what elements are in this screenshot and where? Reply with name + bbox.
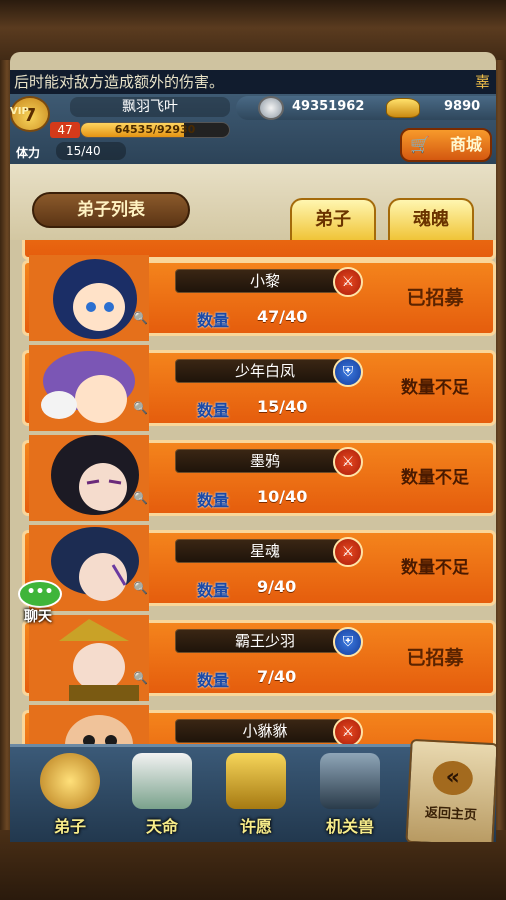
qty-value: 47/40 [257, 307, 308, 326]
sword-icon: ⚔ [333, 537, 363, 567]
list-item[interactable]: 🔍 少年白凤 ⛨ 数量 15/40 数量不足 [22, 345, 496, 431]
status-text: 数量不足 [401, 468, 469, 488]
disciple-name: 星魂 [175, 539, 355, 563]
portrait-xiaoxiuxiu [29, 705, 149, 746]
nav-label: 天命 [145, 817, 178, 836]
qty-label: 数量 [197, 311, 230, 330]
marquee-tail: 辜 [474, 73, 490, 91]
nav-destiny[interactable]: 天命 [120, 753, 204, 841]
qty-label: 数量 [197, 401, 230, 420]
game-screen: 后时能对敌方造成额外的伤害。 辜 VIP 7 飘羽飞叶 47 64535/929… [10, 52, 496, 842]
player-level: 47 [50, 122, 80, 138]
destiny-icon [132, 753, 192, 809]
tabs-area: 弟子列表 弟子 魂魄 [10, 164, 496, 240]
nav-mech-beast[interactable]: 机关兽 [308, 753, 392, 841]
portrait-xiaoli [29, 255, 149, 341]
qty-value: 15/40 [257, 397, 308, 416]
shield-icon: ⛨ [333, 627, 363, 657]
player-name: 飘羽飞叶 [70, 97, 230, 117]
portrait-bawang-shaoyu [29, 615, 149, 701]
qty-value: 10/40 [257, 487, 308, 506]
sword-icon: ⚔ [333, 717, 363, 746]
zoom-icon[interactable]: 🔍 [133, 671, 148, 685]
disciple-list[interactable]: 🔍 小黎 ⚔ 数量 47/40 已招募 🔍 少年白凤 ⛨ 数量 15/40 数量… [10, 240, 496, 746]
player-header: VIP 7 飘羽飞叶 47 64535/92930 体力 15/40 49351… [10, 94, 496, 164]
disciple-name: 墨鸦 [175, 449, 355, 473]
coin-icon [258, 96, 284, 120]
shop-label: 商城 [449, 135, 482, 154]
portrait-shaonian-baifeng [29, 345, 149, 431]
exp-text: 64535/92930 [114, 123, 196, 136]
list-item[interactable]: 🔍 霸王少羽 ⛨ 数量 7/40 已招募 [22, 615, 496, 701]
list-item[interactable]: 🔍 星魂 ⚔ 数量 9/40 数量不足 [22, 525, 496, 611]
disciple-name: 小貅貅 [175, 719, 355, 743]
status-text: 已招募 [406, 647, 464, 669]
back-home-label: 返回主页 [424, 805, 478, 824]
cart-icon: 🛒 [410, 135, 430, 154]
portrait-moya [29, 435, 149, 521]
qty-label: 数量 [197, 671, 230, 690]
double-chevron-left-icon: « [431, 759, 474, 797]
chat-button[interactable]: ••• 聊天 [14, 580, 70, 626]
coin-value: 49351962 [292, 99, 365, 114]
disciple-name: 霸王少羽 [175, 629, 355, 653]
shop-button[interactable]: 🛒 商城 [400, 128, 492, 162]
marquee-text: 后时能对敌方造成额外的伤害。 [14, 73, 225, 91]
qty-label: 数量 [197, 491, 230, 510]
list-item[interactable]: 🔍 墨鸦 ⚔ 数量 10/40 数量不足 [22, 435, 496, 521]
disciple-name: 小黎 [175, 269, 355, 293]
nav-wish[interactable]: 许愿 [214, 753, 298, 841]
tab-disciples[interactable]: 弟子 [290, 198, 376, 240]
zoom-icon[interactable]: 🔍 [133, 491, 148, 505]
disciple-name: 少年白凤 [175, 359, 355, 383]
bottom-nav: 弟子 天命 许愿 机关兽 « 返回主页 [10, 738, 496, 842]
tab-souls[interactable]: 魂魄 [388, 198, 474, 240]
qty-value: 7/40 [257, 667, 297, 686]
qty-label: 数量 [197, 581, 230, 600]
vip-badge[interactable]: VIP 7 [10, 96, 50, 132]
sword-icon: ⚔ [333, 447, 363, 477]
list-title: 弟子列表 [32, 192, 190, 228]
shield-icon: ⛨ [333, 357, 363, 387]
nav-label: 许愿 [239, 817, 272, 836]
list-item[interactable]: 🔍 小黎 ⚔ 数量 47/40 已招募 [22, 255, 496, 341]
stamina-label: 体力 [16, 146, 41, 160]
back-home-button[interactable]: « 返回主页 [405, 738, 496, 842]
zoom-icon[interactable]: 🔍 [133, 401, 148, 415]
status-text: 数量不足 [401, 378, 469, 398]
zoom-icon[interactable]: 🔍 [133, 581, 148, 595]
qty-value: 9/40 [257, 577, 297, 596]
nav-label: 弟子 [53, 817, 86, 836]
nav-label: 机关兽 [325, 817, 374, 836]
zoom-icon[interactable]: 🔍 [133, 311, 148, 325]
gold-ingot-icon [386, 98, 420, 118]
stamina-value: 15/40 [56, 142, 126, 160]
vip-label: VIP [10, 106, 29, 117]
currency-strip: 49351962 9890 [236, 96, 496, 120]
announcement-marquee: 后时能对敌方造成额外的伤害。 辜 [10, 70, 496, 94]
exp-bar: 64535/92930 [80, 122, 230, 138]
disciples-icon [40, 753, 100, 809]
status-text: 数量不足 [401, 558, 469, 578]
nav-disciples[interactable]: 弟子 [28, 753, 112, 841]
mech-beast-icon [320, 753, 380, 809]
gold-value: 9890 [444, 99, 481, 114]
sword-icon: ⚔ [333, 267, 363, 297]
chat-bubble-icon: ••• [18, 580, 62, 608]
wish-icon [226, 753, 286, 809]
status-text: 已招募 [406, 287, 464, 309]
chat-label: 聊天 [24, 609, 52, 625]
